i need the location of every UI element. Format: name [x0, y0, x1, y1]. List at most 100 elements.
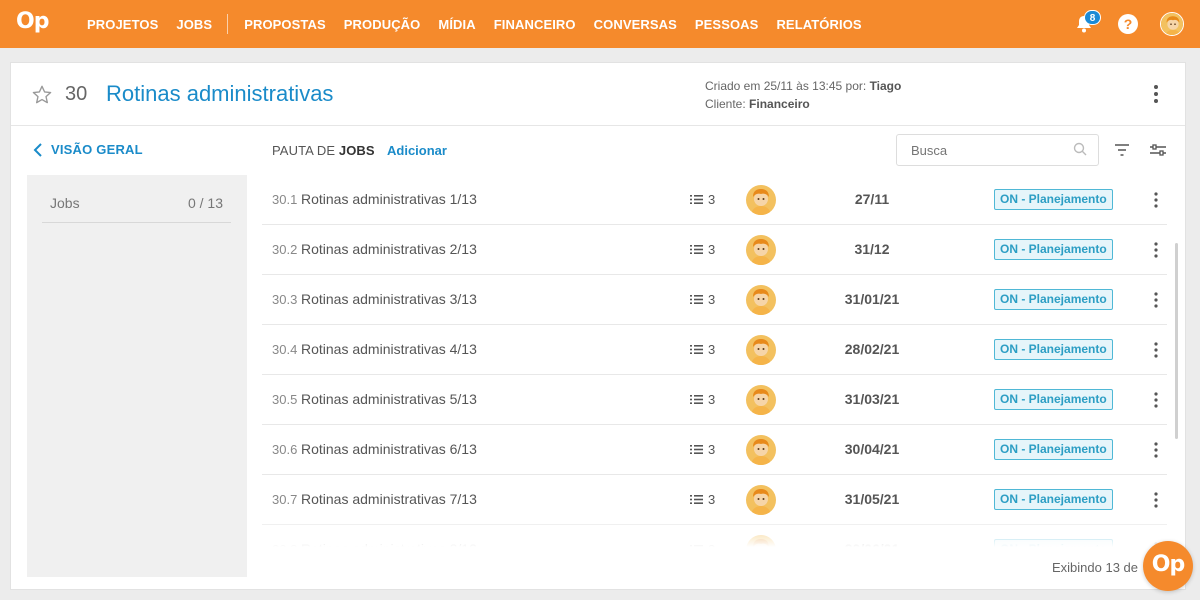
task-count-value: 3 [708, 392, 716, 407]
job-name[interactable]: Rotinas administrativas 3/13 [301, 291, 477, 307]
client-name: Financeiro [749, 97, 810, 111]
nav-divider [227, 14, 229, 34]
assignee-avatar[interactable] [746, 235, 776, 265]
back-link[interactable]: VISÃO GERAL [33, 142, 143, 157]
nav-relatorios[interactable]: RELATÓRIOS [776, 17, 861, 32]
nav-projetos[interactable]: PROJETOS [87, 17, 158, 32]
job-row[interactable]: 30.6 Rotinas administrativas 6/13 3 30/0… [262, 425, 1167, 475]
row-more-icon[interactable] [1150, 191, 1162, 209]
status-badge[interactable]: ON - Planejamento [994, 339, 1113, 360]
job-name[interactable]: Rotinas administrativas 1/13 [301, 191, 477, 207]
job-row[interactable]: 30.7 Rotinas administrativas 7/13 3 31/0… [262, 475, 1167, 525]
sidebar-jobs-count: 0 / 13 [187, 195, 223, 211]
job-name[interactable]: Rotinas administrativas 4/13 [301, 341, 477, 357]
add-job-link[interactable]: Adicionar [387, 143, 447, 158]
filter-icon[interactable] [1114, 143, 1130, 157]
job-name[interactable]: Rotinas administrativas 2/13 [301, 241, 477, 257]
project-number: 30 [65, 83, 88, 105]
list-scrollbar[interactable] [1175, 243, 1178, 439]
job-name[interactable]: Rotinas administrativas 5/13 [301, 391, 477, 407]
project-card: 30 Rotinas administrativas Criado em 25/… [10, 62, 1186, 590]
task-count[interactable]: 3 [690, 242, 715, 257]
settings-sliders-icon[interactable] [1149, 143, 1167, 157]
task-count[interactable]: 3 [690, 442, 715, 457]
task-count[interactable]: 3 [690, 492, 715, 507]
app-logo[interactable]: Op [16, 9, 49, 34]
status-badge[interactable]: ON - Planejamento [994, 289, 1113, 310]
project-title[interactable]: Rotinas administrativas [106, 81, 333, 107]
job-number: 30.3 [272, 292, 298, 307]
assignee-avatar[interactable] [746, 485, 776, 515]
job-name[interactable]: Rotinas administrativas 8/13 [301, 541, 477, 551]
job-name[interactable]: Rotinas administrativas 7/13 [301, 491, 477, 507]
notification-badge: 8 [1084, 10, 1101, 25]
list-icon [690, 345, 703, 354]
assignee-avatar[interactable] [746, 385, 776, 415]
job-row[interactable]: 30.8 Rotinas administrativas 8/13 3 30/0… [262, 525, 1167, 551]
nav-midia[interactable]: MÍDIA [438, 17, 475, 32]
list-icon [690, 245, 703, 254]
task-count[interactable]: 3 [690, 192, 715, 207]
search-input[interactable] [896, 134, 1099, 166]
list-icon [690, 295, 703, 304]
project-meta: Criado em 25/11 às 13:45 por: Tiago Clie… [705, 77, 901, 113]
assignee-avatar[interactable] [746, 285, 776, 315]
status-badge[interactable]: ON - Planejamento [994, 189, 1113, 210]
job-name[interactable]: Rotinas administrativas 6/13 [301, 441, 477, 457]
task-count-value: 3 [708, 342, 716, 357]
row-more-icon[interactable] [1150, 491, 1162, 509]
status-badge[interactable]: ON - Planejamento [994, 389, 1113, 410]
job-number: 30.1 [272, 192, 298, 207]
help-icon[interactable]: ? [1118, 14, 1138, 34]
main-nav: PROJETOS JOBS PROPOSTAS PRODUÇÃO MÍDIA F… [87, 0, 880, 48]
row-more-icon[interactable] [1150, 441, 1162, 459]
list-title: PAUTA DE JOBS [272, 143, 375, 158]
job-number: 30.4 [272, 342, 298, 357]
job-row[interactable]: 30.4 Rotinas administrativas 4/13 3 28/0… [262, 325, 1167, 375]
more-options-icon[interactable] [1148, 83, 1164, 105]
user-avatar[interactable] [1160, 12, 1184, 36]
sidebar-item-jobs[interactable]: Jobs 0 / 13 [42, 193, 231, 223]
job-row[interactable]: 30.1 Rotinas administrativas 1/13 3 27/1… [262, 175, 1167, 225]
row-more-icon[interactable] [1150, 391, 1162, 409]
assignee-avatar[interactable] [746, 185, 776, 215]
assignee-avatar[interactable] [746, 535, 776, 551]
nav-jobs[interactable]: JOBS [176, 17, 212, 32]
nav-propostas[interactable]: PROPOSTAS [244, 17, 326, 32]
task-count-value: 3 [708, 242, 716, 257]
task-count-value: 3 [708, 442, 716, 457]
assignee-avatar[interactable] [746, 335, 776, 365]
due-date: 28/02/21 [844, 341, 900, 357]
job-row[interactable]: 30.2 Rotinas administrativas 2/13 3 31/1… [262, 225, 1167, 275]
nav-pessoas[interactable]: PESSOAS [695, 17, 759, 32]
row-more-icon[interactable] [1150, 291, 1162, 309]
list-icon [690, 395, 703, 404]
job-row[interactable]: 30.5 Rotinas administrativas 5/13 3 31/0… [262, 375, 1167, 425]
assignee-avatar[interactable] [746, 435, 776, 465]
status-badge[interactable]: ON - Planejamento [994, 489, 1113, 510]
nav-conversas[interactable]: CONVERSAS [594, 17, 677, 32]
task-count[interactable]: 3 [690, 342, 715, 357]
task-count[interactable]: 3 [690, 292, 715, 307]
job-number: 30.6 [272, 442, 298, 457]
back-label: VISÃO GERAL [51, 142, 143, 157]
row-more-icon[interactable] [1150, 341, 1162, 359]
task-count[interactable]: 3 [690, 542, 715, 551]
due-date: 27/11 [854, 191, 890, 207]
job-row[interactable]: 30.3 Rotinas administrativas 3/13 3 31/0… [262, 275, 1167, 325]
row-more-icon[interactable] [1150, 241, 1162, 259]
nav-producao[interactable]: PRODUÇÃO [344, 17, 421, 32]
status-badge[interactable]: ON - Planejamento [994, 439, 1113, 460]
status-badge[interactable]: ON - Planejamento [994, 539, 1113, 551]
task-count[interactable]: 3 [690, 392, 715, 407]
sidebar-panel: Jobs 0 / 13 [27, 175, 247, 577]
task-count-value: 3 [708, 192, 716, 207]
search-icon [1073, 142, 1087, 156]
fab-button[interactable]: Op [1143, 541, 1193, 591]
star-icon[interactable] [31, 84, 53, 106]
project-header: 30 Rotinas administrativas Criado em 25/… [11, 63, 1185, 126]
status-badge[interactable]: ON - Planejamento [994, 239, 1113, 260]
nav-financeiro[interactable]: FINANCEIRO [494, 17, 576, 32]
due-date: 30/06/21 [844, 541, 900, 551]
chevron-left-icon [33, 142, 42, 157]
